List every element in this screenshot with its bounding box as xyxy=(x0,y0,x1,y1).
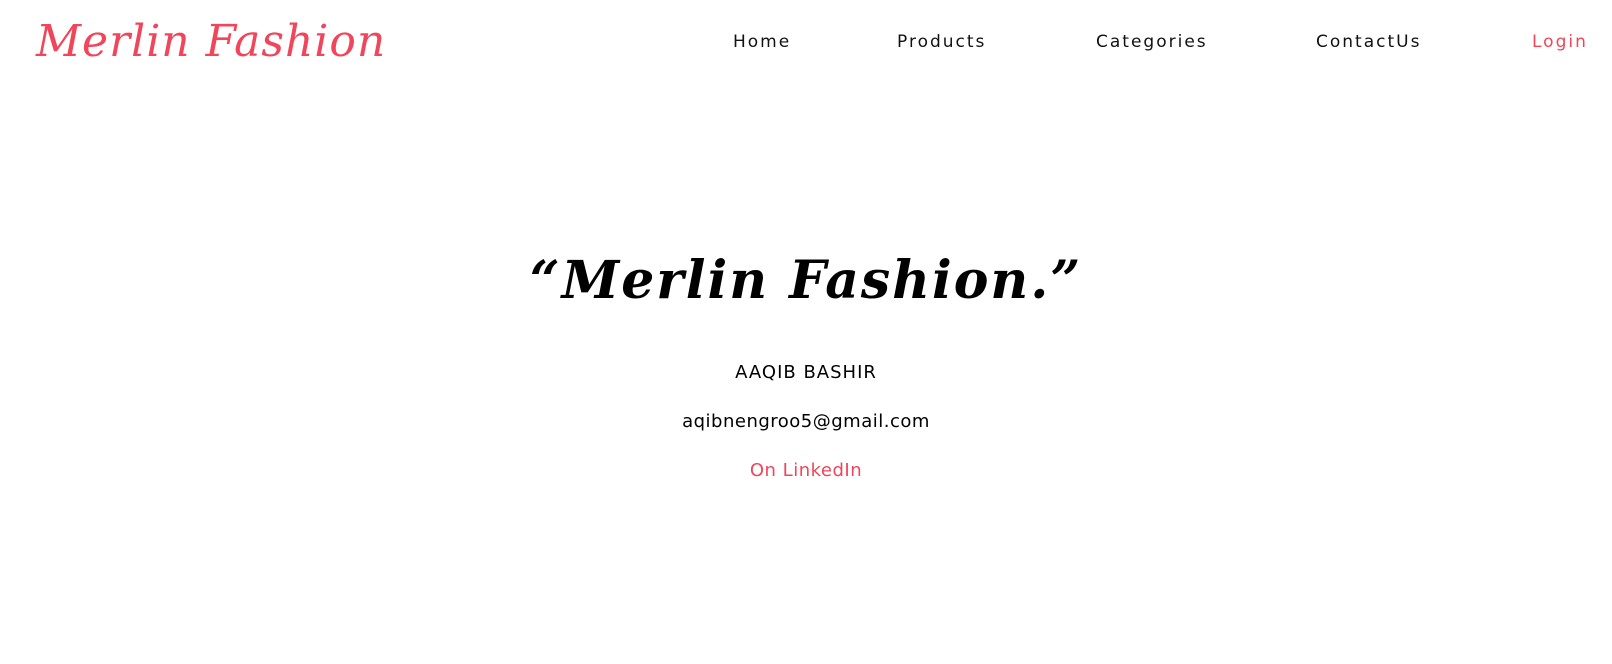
brand-logo[interactable]: Merlin Fashion xyxy=(36,0,386,84)
author-name: AAQIB BASHIR xyxy=(735,362,877,383)
linkedin-link[interactable]: On LinkedIn xyxy=(750,460,862,481)
nav-products[interactable]: Products xyxy=(897,30,986,54)
nav-home[interactable]: Home xyxy=(733,30,791,54)
author-email: aqibnengroo5@gmail.com xyxy=(682,411,930,432)
nav-contactus[interactable]: ContactUs xyxy=(1316,30,1421,54)
nav-login[interactable]: Login xyxy=(1532,30,1588,54)
nav-categories[interactable]: Categories xyxy=(1096,30,1208,54)
linkedin-link-row: On LinkedIn xyxy=(0,458,1612,484)
hero-title: “Merlin Fashion.” xyxy=(529,250,1083,311)
site-header: Merlin Fashion Home Products Categories … xyxy=(0,0,1612,88)
